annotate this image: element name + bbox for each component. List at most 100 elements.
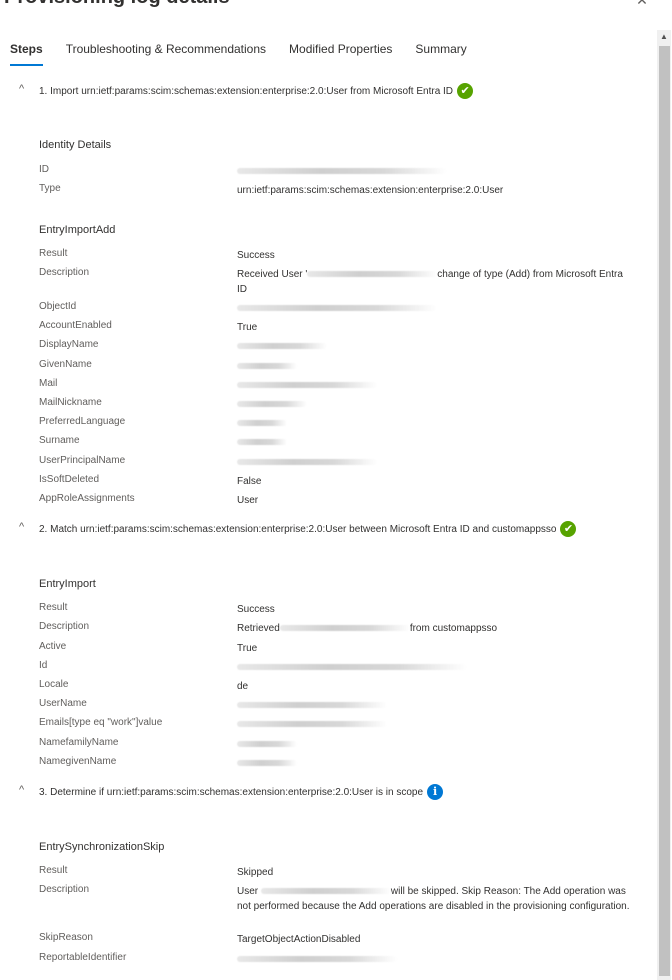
chevron-up-icon[interactable]: ^ (19, 83, 31, 95)
property-key: Type (39, 183, 61, 194)
check-circle-icon: ✔ (560, 521, 577, 537)
chevron-up-icon[interactable]: ^ (19, 521, 31, 533)
property-key: PreferredLanguage (39, 416, 126, 427)
property-value (237, 698, 632, 713)
value-suffix: from customappsso (409, 623, 498, 634)
property-value (237, 952, 632, 967)
property-key: UserName (39, 698, 87, 709)
section-title: EntrySynchronizationSkip (39, 841, 165, 853)
property-key: Surname (39, 435, 80, 446)
property-key: AccountEnabled (39, 320, 112, 331)
step-title: 1. Import urn:ietf:params:scim:schemas:e… (39, 85, 454, 97)
property-value (237, 660, 632, 675)
tab-modified-properties[interactable]: Modified Properties (289, 42, 392, 66)
redacted-value (237, 401, 307, 408)
property-value: True (237, 322, 258, 333)
property-value (237, 339, 632, 354)
redacted-value (260, 888, 391, 895)
property-value (237, 359, 632, 374)
property-value (237, 378, 632, 393)
tab-troubleshooting[interactable]: Troubleshooting & Recommendations (66, 42, 266, 66)
property-key: Active (39, 641, 67, 652)
scroll-up-arrow-icon[interactable]: ▲ (657, 30, 671, 44)
property-key: MailNickname (39, 397, 102, 408)
property-key: Result (39, 248, 68, 259)
property-value: Skipped (237, 867, 274, 878)
redacted-value (237, 420, 287, 427)
redacted-value (237, 343, 327, 350)
redacted-value (237, 760, 297, 767)
property-value: Success (237, 250, 275, 261)
property-key: Mail (39, 378, 58, 389)
property-value: TargetObjectActionDisabled (237, 934, 361, 945)
property-key: GivenName (39, 359, 92, 370)
property-key: Description (39, 621, 90, 632)
redacted-value (237, 363, 297, 370)
scrollbar-thumb[interactable] (659, 46, 670, 976)
step-title: 3. Determine if urn:ietf:params:scim:sch… (39, 786, 424, 798)
step-header[interactable]: ^ 1. Import urn:ietf:params:scim:schemas:… (19, 83, 474, 99)
property-key: NamefamilyName (39, 737, 119, 748)
property-key: ObjectId (39, 301, 77, 312)
property-key: ReportableIdentifier (39, 952, 127, 963)
redacted-value (237, 439, 287, 446)
property-key: Id (39, 660, 48, 671)
redacted-value (237, 741, 297, 748)
property-value: False (237, 476, 262, 487)
vertical-scrollbar[interactable]: ▲ (657, 30, 671, 980)
step-header[interactable]: ^ 3. Determine if urn:ietf:params:scim:sc… (19, 784, 444, 800)
redacted-value (279, 625, 410, 632)
property-key: NamegivenName (39, 756, 117, 767)
step-title: 2. Match urn:ietf:params:scim:schemas:ex… (39, 523, 557, 535)
chevron-up-icon[interactable]: ^ (19, 784, 31, 796)
info-circle-icon: i (427, 784, 444, 800)
property-value (237, 717, 632, 732)
property-value: urn:ietf:params:scim:schemas:extension:e… (237, 185, 504, 196)
property-key: Description (39, 884, 90, 895)
property-value: Retrieved from customappsso (237, 621, 632, 636)
property-key: AppRoleAssignments (39, 493, 135, 504)
redacted-value (237, 382, 377, 389)
step-header[interactable]: ^ 2. Match urn:ietf:params:scim:schemas:e… (19, 521, 577, 537)
property-value (237, 301, 632, 316)
property-key: SkipReason (39, 932, 93, 943)
redacted-value (237, 168, 447, 175)
redacted-value (237, 664, 467, 671)
redacted-value (237, 702, 387, 709)
property-value (237, 756, 632, 771)
tab-steps[interactable]: Steps (10, 42, 43, 66)
redacted-value (237, 459, 377, 466)
check-circle-icon: ✔ (457, 83, 474, 99)
property-key: ID (39, 164, 49, 175)
section-title: EntryImportAdd (39, 224, 116, 236)
tab-bar: Steps Troubleshooting & Recommendations … (10, 42, 490, 66)
property-value: de (237, 681, 249, 692)
value-prefix: User (237, 886, 261, 897)
section-title: Identity Details (39, 139, 112, 151)
property-value: True (237, 643, 258, 654)
redacted-value (237, 721, 387, 728)
property-value (237, 455, 632, 470)
page-title: Provisioning log details (4, 0, 230, 9)
property-key: IsSoftDeleted (39, 474, 100, 485)
property-value: Received User ' change of type (Add) from… (237, 267, 632, 297)
property-key: UserPrincipalName (39, 455, 126, 466)
redacted-value (237, 305, 437, 312)
property-value (237, 416, 632, 431)
property-value (237, 737, 632, 752)
close-icon: ✕ (636, 0, 648, 8)
property-key: Emails[type eq "work"]value (39, 717, 163, 728)
property-value: User will be skipped. Skip Reason: The A… (237, 884, 632, 914)
tab-summary[interactable]: Summary (415, 42, 466, 66)
close-button[interactable]: ✕ (634, 0, 650, 8)
value-prefix: Retrieved (237, 623, 280, 634)
property-key: DisplayName (39, 339, 99, 350)
redacted-value (237, 956, 397, 963)
property-value (237, 397, 632, 412)
property-value: User (237, 495, 259, 506)
property-key: Result (39, 865, 68, 876)
property-key: Locale (39, 679, 69, 690)
property-value: Success (237, 604, 275, 615)
value-prefix: Received User ' (237, 269, 308, 280)
property-value (237, 435, 632, 450)
